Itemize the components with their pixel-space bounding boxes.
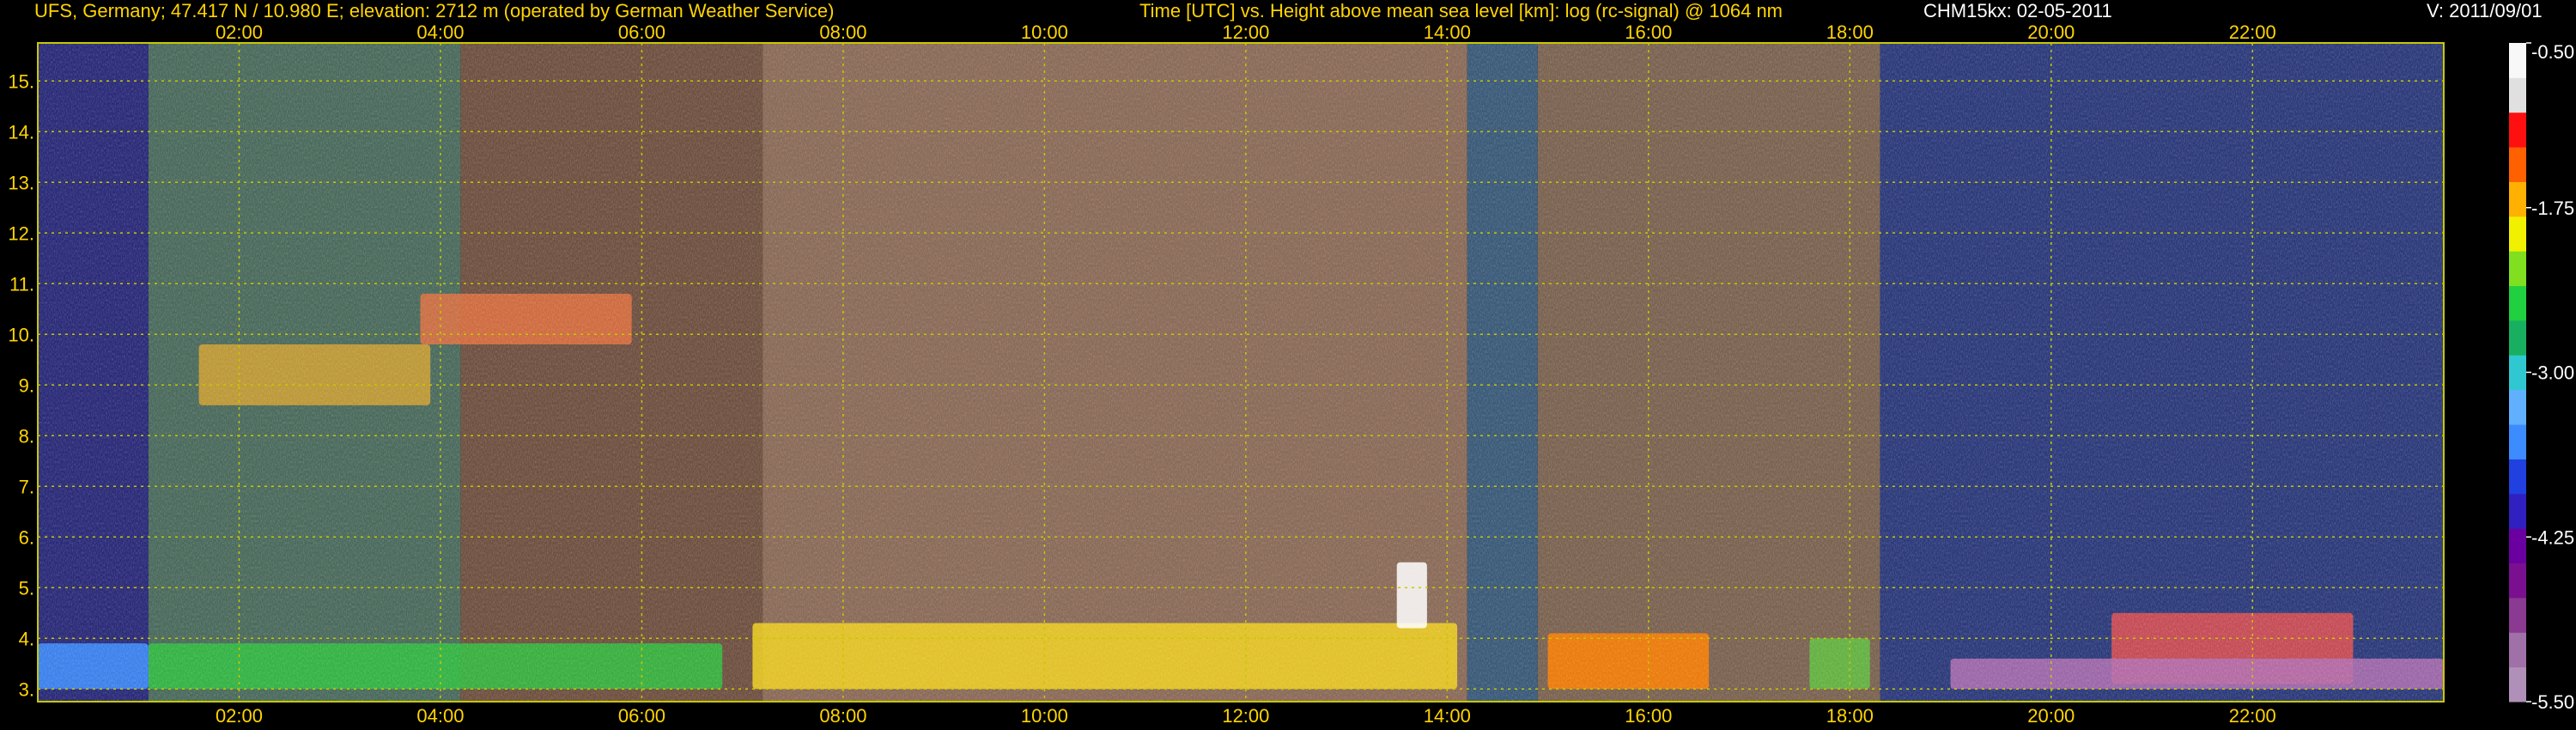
x-tick-labels-top: 02:00 04:00 06:00 08:00 10:00 12:00 14:00 16:00… bbox=[216, 21, 2276, 43]
y-tick-label: 7. bbox=[19, 476, 34, 497]
x-tick-label: 20:00 bbox=[2027, 21, 2075, 43]
colorbar-swatch bbox=[2509, 251, 2526, 287]
x-tick-label: 06:00 bbox=[618, 21, 665, 43]
colorbar-swatch bbox=[2509, 319, 2526, 356]
y-tick-label: 13. bbox=[8, 172, 34, 193]
x-tick-label: 02:00 bbox=[216, 705, 263, 727]
colorbar-swatch bbox=[2509, 77, 2526, 113]
y-tick-label: 8. bbox=[19, 425, 34, 447]
colorbar-swatch bbox=[2509, 632, 2526, 668]
colorbar-tick-label: -1.75 bbox=[2531, 198, 2574, 219]
y-tick-label: 9. bbox=[19, 374, 34, 396]
x-tick-label: 16:00 bbox=[1625, 705, 1672, 727]
x-tick-label: 08:00 bbox=[819, 21, 866, 43]
y-tick-label: 11. bbox=[9, 273, 34, 295]
x-tick-label: 06:00 bbox=[618, 705, 665, 727]
x-tick-label: 10:00 bbox=[1021, 21, 1068, 43]
x-tick-label: 14:00 bbox=[1424, 21, 1471, 43]
colorbar-swatch bbox=[2509, 181, 2526, 217]
x-tick-label: 22:00 bbox=[2229, 705, 2276, 727]
colorbar-swatch bbox=[2509, 563, 2526, 599]
x-tick-label: 08:00 bbox=[819, 705, 866, 727]
x-tick-label: 14:00 bbox=[1424, 705, 1471, 727]
colorbar-swatch bbox=[2509, 459, 2526, 495]
colorbar-swatch bbox=[2509, 389, 2526, 425]
x-tick-label: 22:00 bbox=[2229, 21, 2276, 43]
colorbar-tick-labels: -0.50 -1.75 -3.00 -4.25 -5.50 bbox=[2526, 41, 2574, 713]
y-tick-label: 3. bbox=[19, 678, 34, 700]
x-tick-label: 12:00 bbox=[1222, 21, 1269, 43]
y-tick-label: 10. bbox=[8, 324, 34, 345]
x-tick-label: 02:00 bbox=[216, 21, 263, 43]
y-tick-labels: 3. 4. 5. 6. 7. 8. 9. 10. 11. 12. 13. 14. 15. bbox=[8, 70, 34, 700]
lidar-heatmap-chart: 02:00 04:00 06:00 08:00 10:00 12:00 14:00 16:00… bbox=[8, 21, 2574, 727]
colorbar-swatch bbox=[2509, 528, 2526, 564]
x-tick-label: 18:00 bbox=[1826, 21, 1874, 43]
y-tick-label: 15. bbox=[8, 70, 34, 92]
colorbar-swatch bbox=[2509, 355, 2526, 391]
signal-noise-texture bbox=[38, 43, 2444, 702]
colorbar-swatch bbox=[2509, 147, 2526, 182]
colorbar-swatch bbox=[2509, 43, 2526, 78]
x-tick-label: 04:00 bbox=[416, 21, 464, 43]
x-tick-labels-bottom: 02:00 04:00 06:00 08:00 10:00 12:00 14:00 16:00… bbox=[216, 705, 2276, 727]
x-tick-label: 16:00 bbox=[1625, 21, 1672, 43]
y-tick-label: 12. bbox=[8, 222, 34, 244]
colorbar-swatch bbox=[2509, 666, 2526, 703]
colorbar-swatch bbox=[2509, 216, 2526, 252]
colorbar-tick-label: -5.50 bbox=[2531, 691, 2574, 713]
x-tick-label: 20:00 bbox=[2027, 705, 2075, 727]
colorbar-swatch bbox=[2509, 597, 2526, 633]
colorbar bbox=[2509, 43, 2526, 703]
x-tick-label: 10:00 bbox=[1021, 705, 1068, 727]
colorbar-tick-label: -4.25 bbox=[2531, 526, 2574, 548]
colorbar-swatch bbox=[2509, 112, 2526, 148]
y-tick-label: 5. bbox=[19, 577, 34, 599]
x-tick-label: 18:00 bbox=[1826, 705, 1874, 727]
colorbar-swatch bbox=[2509, 285, 2526, 321]
x-tick-label: 04:00 bbox=[416, 705, 464, 727]
colorbar-tick-label: -3.00 bbox=[2531, 362, 2574, 384]
y-tick-label: 4. bbox=[19, 628, 34, 649]
colorbar-swatch bbox=[2509, 424, 2526, 459]
colorbar-swatch bbox=[2509, 493, 2526, 529]
y-tick-label: 14. bbox=[8, 121, 34, 143]
colorbar-tick-label: -0.50 bbox=[2531, 41, 2574, 63]
y-tick-label: 6. bbox=[19, 526, 34, 548]
x-tick-label: 12:00 bbox=[1222, 705, 1269, 727]
